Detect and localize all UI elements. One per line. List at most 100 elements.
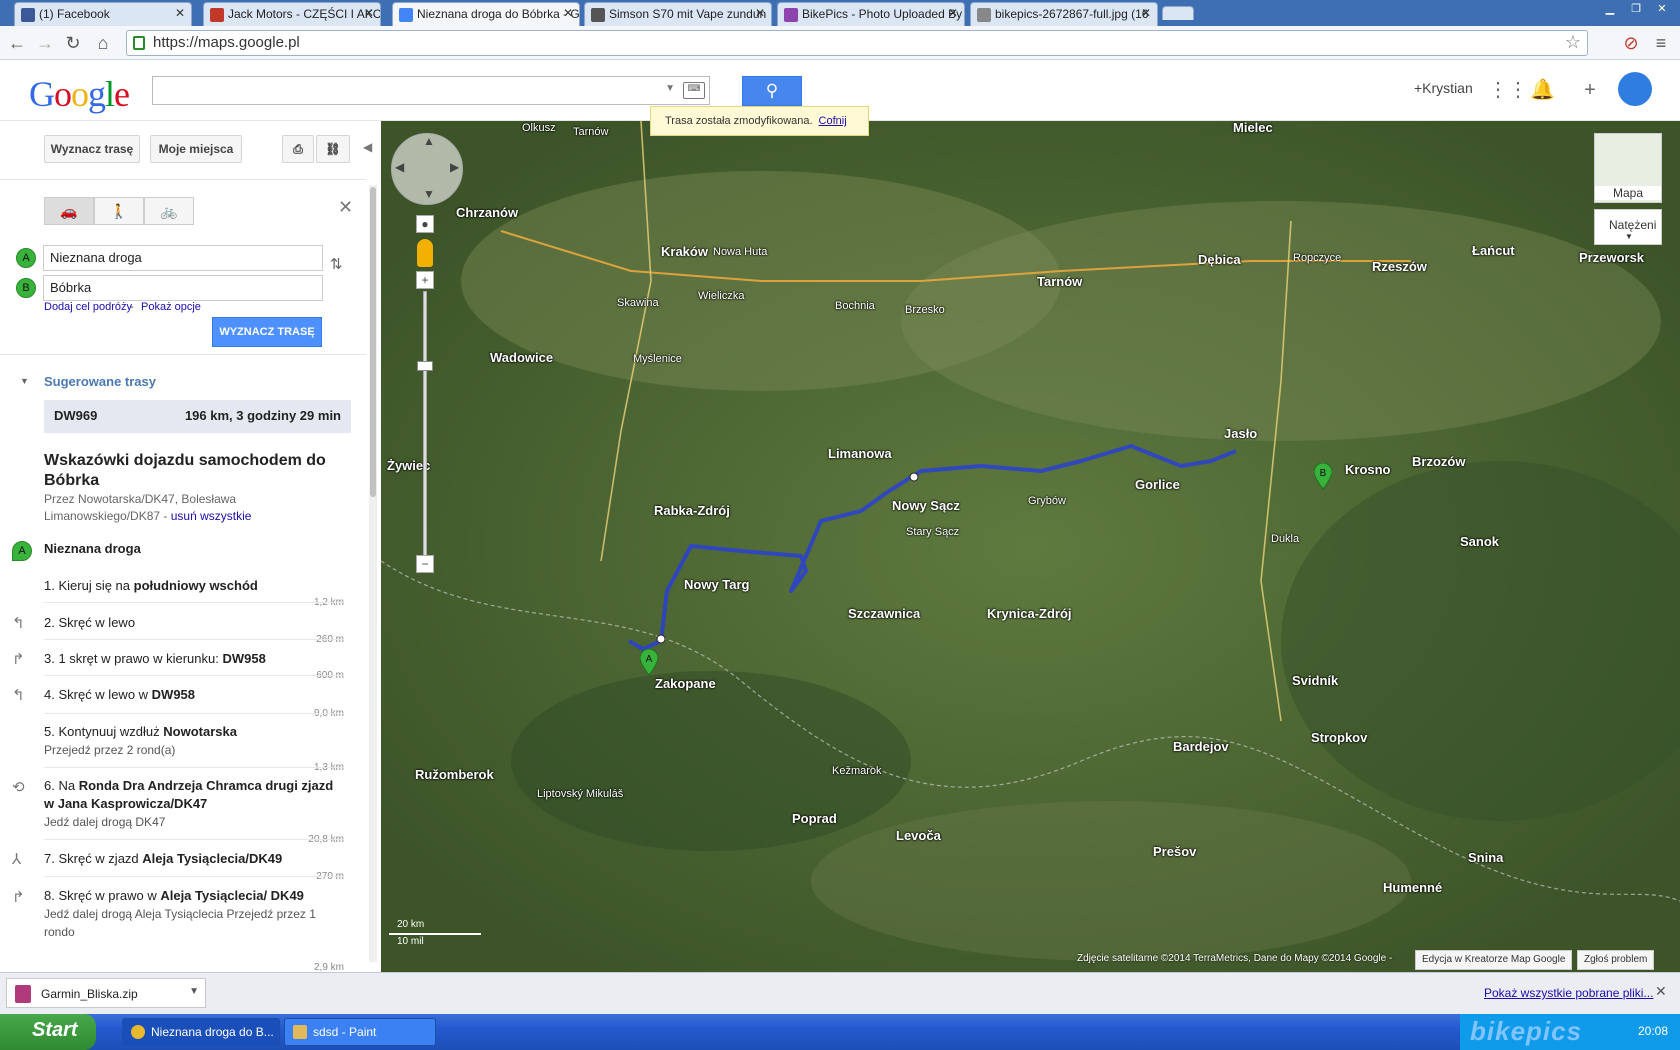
map-label: Bardejov [1173,739,1229,754]
sidebar-scrollbar[interactable] [369,185,377,962]
step-item[interactable]: 6. Na Ronda Dra Andrzeja Chramca drugi z… [44,777,334,831]
report-problem-button[interactable]: Zgłoś problem [1577,950,1655,970]
traffic-layer-button[interactable]: Natężeni ▼ [1594,209,1662,245]
street-view-pegman-icon[interactable] [417,239,433,267]
close-tab-icon[interactable]: ✕ [1141,6,1151,20]
swap-waypoints-icon[interactable]: ⇅ [330,255,343,273]
close-icon[interactable]: ✕ [1655,983,1667,1000]
map-label: Skawina [617,297,659,309]
show-options-link[interactable]: Pokaż opcje [141,301,201,313]
mode-bike-button[interactable]: 🚲 [144,197,194,225]
minimize-icon[interactable]: ▁ [1598,2,1622,18]
route-start-marker-icon[interactable]: A [640,649,658,675]
google-logo[interactable]: Google [29,73,130,115]
close-tab-icon[interactable]: ✕ [948,6,958,20]
user-name-link[interactable]: +Krystian [1414,80,1473,96]
download-item[interactable]: Garmin_Bliska.zip ▼ [6,978,206,1008]
remove-all-link[interactable]: usuń wszystkie [171,509,252,523]
print-button[interactable]: ⎙ [282,135,314,163]
route-modified-toast: Trasa została zmodyfikowana. Cofnij [650,106,869,136]
mode-walk-button[interactable]: 🚶 [94,197,144,225]
close-tab-icon[interactable]: ✕ [755,6,765,20]
browser-tab-active[interactable]: Nieznana droga do Bóbrka - Go ✕ [392,2,580,26]
map-label: Humenné [1383,880,1443,895]
step-item[interactable]: 1. Kieruj się na południowy wschód [44,577,334,595]
undo-link[interactable]: Cofnij [819,115,847,127]
chevron-down-icon[interactable]: ▼ [189,986,199,997]
map-maker-edit-button[interactable]: Edycja w Kreatorze Map Google [1415,950,1573,970]
divider [44,602,344,603]
map-canvas[interactable]: Olkusz Tarnów Mielec Kraków Nowa Huta Wi… [381,121,1680,972]
print-icon: ⎙ [293,142,303,156]
suggested-routes-heading[interactable]: Sugerowane trasy [44,374,156,389]
collapse-arrow-icon[interactable]: ▼ [20,376,29,386]
zoom-in-button[interactable]: + [416,271,434,289]
map-type-toggle[interactable]: Mapa [1594,133,1662,203]
forward-icon[interactable]: → [34,32,56,54]
get-directions-button[interactable]: WYZNACZ TRASĘ [212,317,322,347]
share-plus-icon[interactable]: + [1578,78,1602,102]
apps-grid-icon[interactable]: ⋮⋮ [1488,78,1528,102]
keyboard-icon[interactable]: ⌨ [683,82,705,99]
map-label: Grybów [1028,495,1066,507]
show-all-downloads-link[interactable]: Pokaż wszystkie pobrane pliki... [1484,986,1653,1000]
mode-car-button[interactable]: 🚗 [44,197,94,225]
start-button[interactable]: Start [0,1014,96,1050]
close-tab-icon[interactable]: ✕ [563,6,573,20]
close-icon[interactable]: ✕ [338,197,353,218]
step-item[interactable]: 4. Skręć w lewo w DW958 [44,686,334,704]
my-places-button[interactable]: Moje miejsca [150,135,242,163]
avatar[interactable] [1618,72,1652,106]
home-icon[interactable]: ⌂ [92,32,114,54]
waypoint-b-input[interactable]: Bóbrka [43,275,323,301]
scrollbar-thumb[interactable] [370,187,376,497]
maximize-icon[interactable]: ❐ [1624,2,1648,18]
menu-icon[interactable]: ≡ [1650,32,1672,54]
browser-tab[interactable]: BikePics - Photo Uploaded By ✕ [777,2,965,26]
zoom-slider-handle[interactable] [417,361,433,371]
route-end-marker-icon[interactable]: B [1314,463,1332,489]
bikepics-icon [784,8,798,22]
route-option[interactable]: DW969 196 km, 3 godziny 29 min [44,400,351,433]
new-tab-button[interactable] [1162,6,1194,20]
dropdown-arrow-icon[interactable]: ▼ [665,83,675,94]
step-item[interactable]: 8. Skręć w prawo w Aleja Tysiąclecia/ DK… [44,887,334,941]
map-label: Prešov [1153,844,1197,859]
adblock-icon[interactable]: ⊘ [1620,32,1642,54]
browser-tab[interactable]: Simson S70 mit Vape zundun ✕ [584,2,772,26]
back-icon[interactable]: ← [6,32,28,54]
close-window-icon[interactable]: ✕ [1650,2,1674,18]
browser-tab[interactable]: Jack Motors - CZĘŚCI I AKCE ✕ [203,2,381,26]
map-label: Wieliczka [698,290,745,302]
map-label: Przeworsk [1579,250,1645,265]
address-bar[interactable]: https://maps.google.pl ☆ [126,30,1588,56]
close-tab-icon[interactable]: ✕ [175,6,185,20]
notifications-bell-icon[interactable]: 🔔 [1530,78,1555,102]
add-destination-link[interactable]: Dodaj cel podróży [44,301,132,313]
step-item[interactable]: 2. Skręć w lewo [44,614,334,632]
browser-tab[interactable]: (1) Facebook ✕ [14,2,192,26]
pan-control[interactable]: ▲ ▼ ◀ ▶ [391,133,463,205]
compass-reset-button[interactable]: ● [416,215,434,233]
step-item[interactable]: 3. 1 skręt w prawo w kierunku: DW958 [44,650,334,668]
map-label: Kraków [661,244,708,259]
browser-tab[interactable]: bikepics-2672867-full.jpg (16 ✕ [970,2,1158,26]
directions-button[interactable]: Wyznacz trasę [44,135,140,163]
bookmark-star-icon[interactable]: ☆ [1565,32,1581,53]
taskbar-item-chrome[interactable]: Nieznana droga do B... [122,1018,280,1046]
step-item[interactable]: 7. Skręć w zjazd Aleja Tysiąclecia/DK49 [44,850,334,868]
taskbar-item-paint[interactable]: sdsd - Paint [284,1018,436,1046]
search-button[interactable]: ⚲ [742,76,802,106]
zoom-out-button[interactable]: − [416,555,434,573]
zoom-slider-track[interactable] [423,291,427,559]
reload-icon[interactable]: ↻ [62,32,84,54]
step-item[interactable]: 5. Kontynuuj wzdłuż Nowotarska Przejedź p… [44,723,334,759]
collapse-panel-icon[interactable]: ◀ [363,140,372,154]
waypoint-a-input[interactable]: Nieznana droga [43,245,323,271]
map-label: Rzeszów [1372,259,1427,274]
close-tab-icon[interactable]: ✕ [364,6,374,20]
search-input[interactable]: ▼ ⌨ [152,76,710,105]
clock[interactable]: 20:08 [1638,1024,1668,1038]
link-button[interactable]: ⛓ [316,135,350,163]
map-label: Snina [1468,850,1504,865]
